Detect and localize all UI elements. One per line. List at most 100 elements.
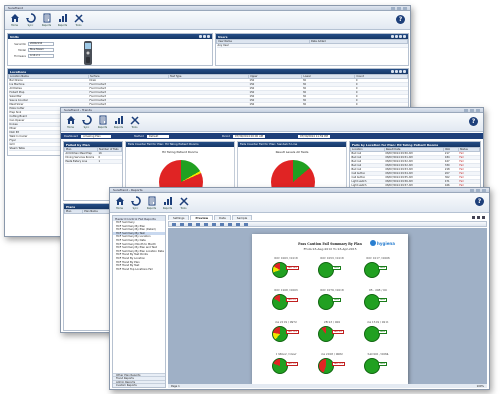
status-bar: Page 1 100% xyxy=(168,384,487,388)
chart-header: Fails Counter Fail for Plan: Hil Teling … xyxy=(126,142,234,147)
method-select[interactable]: Default xyxy=(146,134,169,138)
save-icon[interactable] xyxy=(188,222,192,226)
first-page-icon[interactable] xyxy=(220,222,224,226)
close-button[interactable] xyxy=(482,188,486,192)
toolbar-icon[interactable] xyxy=(395,35,398,38)
help-button[interactable]: ? xyxy=(396,15,405,24)
plan-node-label: 5AC201 / 0064 xyxy=(367,352,389,356)
preview-toolbar xyxy=(168,221,487,227)
reports-icon xyxy=(99,115,106,125)
ribbon-sync-button[interactable]: Sync xyxy=(24,13,37,27)
prev-page-icon[interactable] xyxy=(228,222,232,226)
ribbon-tools-button[interactable]: Tools xyxy=(128,115,141,129)
panel-title: Failed by Plan xyxy=(66,142,90,147)
save-icon[interactable] xyxy=(472,216,475,219)
ribbon-reports-button[interactable]: Reports xyxy=(145,196,158,210)
ribbon-home-button[interactable]: Home xyxy=(8,13,21,27)
maximize-button[interactable] xyxy=(397,6,401,10)
report-list: HCF Summary HCF Summary By Plan HCF Summar… xyxy=(113,221,165,271)
tab-data[interactable]: Data xyxy=(214,215,231,220)
report-list-item[interactable]: HCF Trend Top Locations Fail xyxy=(113,268,165,272)
ribbon-charts-button[interactable]: Reports xyxy=(161,196,174,210)
plan-node-label: IDC 1017 / 0006 xyxy=(366,256,390,260)
ribbon-sync-button[interactable]: Sync xyxy=(80,115,93,129)
ribbon-tools-button[interactable]: Tools xyxy=(177,196,190,210)
last-page-icon[interactable] xyxy=(244,222,248,226)
settings-icon[interactable] xyxy=(482,216,485,219)
ribbon-reports-button[interactable]: Reports xyxy=(96,115,109,129)
next-page-icon[interactable] xyxy=(236,222,240,226)
export-icon[interactable] xyxy=(180,222,184,226)
maximize-button[interactable] xyxy=(470,108,474,112)
table-row[interactable]: Any User xyxy=(216,43,408,48)
report-tabs: Settings Preview Data Sample xyxy=(168,215,253,220)
close-button[interactable] xyxy=(403,6,407,10)
zoom-in-icon[interactable] xyxy=(204,222,208,226)
ribbon-sync-button[interactable]: Sync xyxy=(129,196,142,210)
chart-header: Fails Counter Fail for Plan: Sandwich Li… xyxy=(238,142,346,147)
tools-icon xyxy=(129,116,140,125)
ribbon-charts-button[interactable]: Reports xyxy=(56,13,69,27)
firmware-field[interactable]: 4.14.2.1 xyxy=(28,54,54,58)
print-icon[interactable] xyxy=(172,222,176,226)
plan-node-label: IDC 1208 / 0003 xyxy=(274,288,298,292)
table-row[interactable]: Pasta Eatery Line 1 xyxy=(64,159,122,164)
period-from-field[interactable]: 07/30/2014 00:00 AM xyxy=(232,134,265,138)
print-icon[interactable] xyxy=(477,216,480,219)
reports-icon xyxy=(148,196,155,206)
column-header[interactable]: Plan xyxy=(63,209,84,214)
report-category-link[interactable]: Custom Reports xyxy=(113,383,165,387)
column-header[interactable]: Number of Fails xyxy=(97,147,122,152)
ribbon-label: Tools xyxy=(180,207,187,210)
field-label: Firmware xyxy=(14,54,26,58)
ribbon-tools-button[interactable]: Tools xyxy=(72,13,85,27)
help-button[interactable]: ? xyxy=(469,117,478,126)
plan-node-pie xyxy=(318,358,334,374)
plan-select[interactable]: Amazing Plan xyxy=(81,134,112,138)
ribbon-home-button[interactable]: Home xyxy=(64,115,77,129)
close-button[interactable] xyxy=(476,108,480,112)
page-setup-icon[interactable] xyxy=(196,222,200,226)
toolbar-icon[interactable] xyxy=(403,35,406,38)
minimize-button[interactable] xyxy=(470,188,474,192)
ribbon-home-button[interactable]: Home xyxy=(113,196,126,210)
ribbon-charts-button[interactable]: Reports xyxy=(112,115,125,129)
toolbar-icon[interactable] xyxy=(403,70,406,73)
toolbar-icon[interactable] xyxy=(207,35,210,38)
toolbar-icon[interactable] xyxy=(399,35,402,38)
toolbar-icon[interactable] xyxy=(199,35,202,38)
period-to-field[interactable]: 07/30/2014 11:59 PM xyxy=(298,134,330,138)
home-icon xyxy=(66,116,75,124)
ribbon-reports-button[interactable]: Reports xyxy=(40,13,53,27)
toolbar-icon[interactable] xyxy=(391,70,394,73)
toolbar-icon[interactable] xyxy=(399,70,402,73)
tools-icon xyxy=(73,14,84,23)
plan-node-tag: PASS xyxy=(378,298,387,302)
maximize-button[interactable] xyxy=(476,188,480,192)
plan-node-pie xyxy=(318,294,334,310)
luminometer-device-image xyxy=(84,41,92,65)
toolbar-icon[interactable] xyxy=(395,70,398,73)
toolbar-icon[interactable] xyxy=(203,35,206,38)
model-field[interactable]: Blue Steam xyxy=(28,48,54,52)
serial-field[interactable]: 20002134 xyxy=(28,42,54,46)
ribbon: Home Sync Reports Reports Tools ? xyxy=(110,193,489,213)
minimize-button[interactable] xyxy=(464,108,468,112)
help-button[interactable]: ? xyxy=(475,197,484,206)
ribbon-label: Home xyxy=(66,126,75,129)
tab-preview[interactable]: Preview xyxy=(190,215,214,220)
ribbon-label: Reports xyxy=(57,24,68,27)
zoom-out-icon[interactable] xyxy=(212,222,216,226)
users-table: User Name Date Added Any User xyxy=(216,39,409,48)
home-icon xyxy=(115,197,124,205)
report-list-panel: Hazard Control Fail Reports HCF Summary H… xyxy=(112,215,166,388)
tab-sample[interactable]: Sample xyxy=(231,215,253,220)
hygiena-logo-icon xyxy=(370,240,376,246)
bar-chart-icon xyxy=(58,14,67,22)
tab-settings[interactable]: Settings xyxy=(168,215,190,220)
plan-node-pie xyxy=(272,294,288,310)
toolbar-icon[interactable] xyxy=(391,35,394,38)
tools-icon xyxy=(178,197,189,206)
minimize-button[interactable] xyxy=(391,6,395,10)
window-title: SureTrend - Trends xyxy=(64,108,92,112)
